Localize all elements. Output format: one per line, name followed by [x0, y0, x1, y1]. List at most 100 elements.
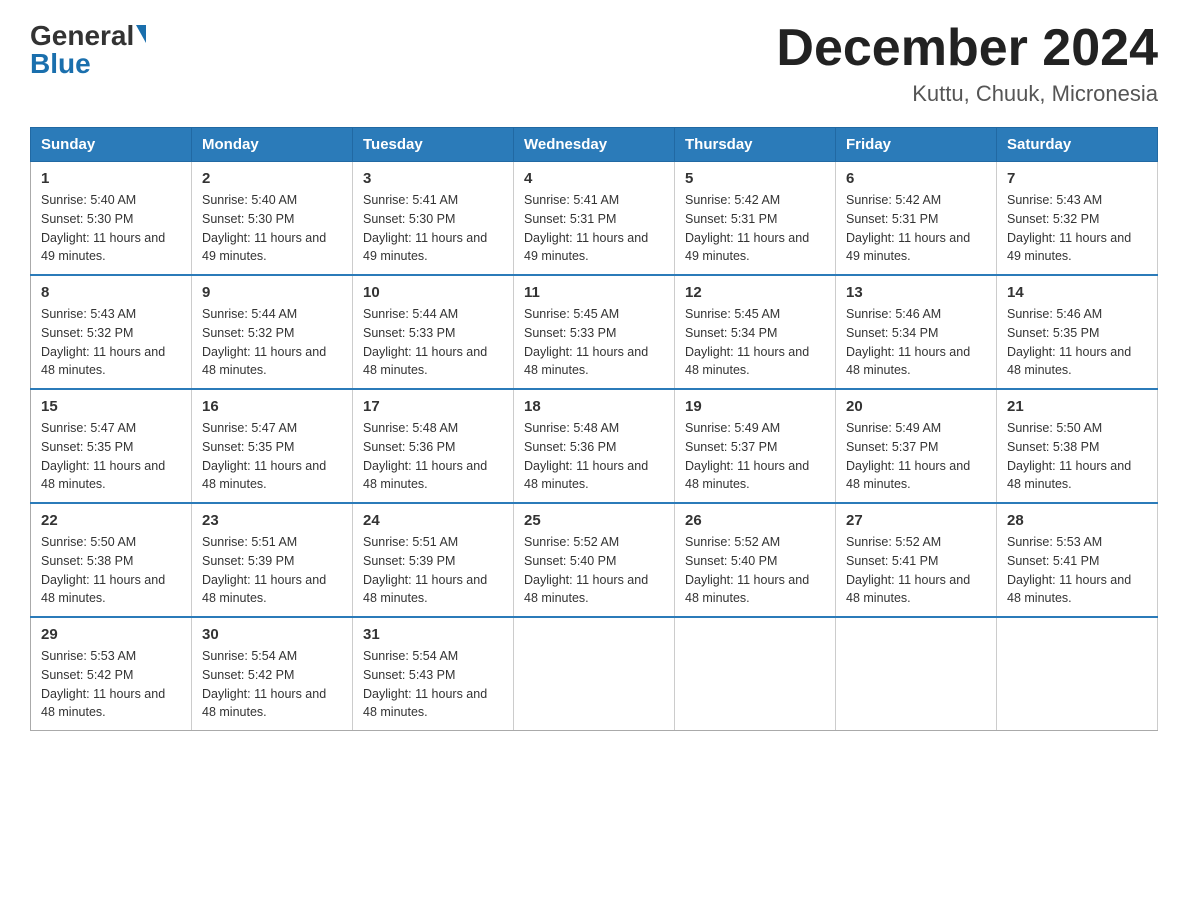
day-info: Sunrise: 5:46 AM Sunset: 5:34 PM Dayligh… [846, 305, 986, 380]
day-info: Sunrise: 5:53 AM Sunset: 5:41 PM Dayligh… [1007, 533, 1147, 608]
day-number: 22 [41, 512, 181, 529]
calendar-table: SundayMondayTuesdayWednesdayThursdayFrid… [30, 127, 1158, 731]
calendar-cell [514, 617, 675, 731]
calendar-cell: 6 Sunrise: 5:42 AM Sunset: 5:31 PM Dayli… [836, 162, 997, 276]
day-info: Sunrise: 5:53 AM Sunset: 5:42 PM Dayligh… [41, 647, 181, 722]
day-number: 17 [363, 398, 503, 415]
day-number: 2 [202, 170, 342, 187]
calendar-cell: 2 Sunrise: 5:40 AM Sunset: 5:30 PM Dayli… [192, 162, 353, 276]
day-number: 1 [41, 170, 181, 187]
day-info: Sunrise: 5:50 AM Sunset: 5:38 PM Dayligh… [41, 533, 181, 608]
calendar-cell: 30 Sunrise: 5:54 AM Sunset: 5:42 PM Dayl… [192, 617, 353, 731]
day-info: Sunrise: 5:45 AM Sunset: 5:33 PM Dayligh… [524, 305, 664, 380]
header-saturday: Saturday [997, 128, 1158, 162]
calendar-cell [997, 617, 1158, 731]
day-number: 25 [524, 512, 664, 529]
day-info: Sunrise: 5:52 AM Sunset: 5:41 PM Dayligh… [846, 533, 986, 608]
day-info: Sunrise: 5:40 AM Sunset: 5:30 PM Dayligh… [41, 191, 181, 266]
calendar-cell: 14 Sunrise: 5:46 AM Sunset: 5:35 PM Dayl… [997, 275, 1158, 389]
day-number: 5 [685, 170, 825, 187]
day-info: Sunrise: 5:47 AM Sunset: 5:35 PM Dayligh… [41, 419, 181, 494]
week-row-2: 8 Sunrise: 5:43 AM Sunset: 5:32 PM Dayli… [31, 275, 1158, 389]
calendar-cell: 16 Sunrise: 5:47 AM Sunset: 5:35 PM Dayl… [192, 389, 353, 503]
day-number: 15 [41, 398, 181, 415]
day-number: 26 [685, 512, 825, 529]
header-friday: Friday [836, 128, 997, 162]
logo-blue-text: Blue [30, 48, 91, 80]
day-number: 23 [202, 512, 342, 529]
day-number: 16 [202, 398, 342, 415]
day-number: 14 [1007, 284, 1147, 301]
day-info: Sunrise: 5:41 AM Sunset: 5:30 PM Dayligh… [363, 191, 503, 266]
calendar-cell: 19 Sunrise: 5:49 AM Sunset: 5:37 PM Dayl… [675, 389, 836, 503]
month-title: December 2024 [776, 20, 1158, 77]
day-number: 20 [846, 398, 986, 415]
header-tuesday: Tuesday [353, 128, 514, 162]
day-info: Sunrise: 5:44 AM Sunset: 5:33 PM Dayligh… [363, 305, 503, 380]
calendar-cell [836, 617, 997, 731]
calendar-cell: 5 Sunrise: 5:42 AM Sunset: 5:31 PM Dayli… [675, 162, 836, 276]
week-row-4: 22 Sunrise: 5:50 AM Sunset: 5:38 PM Dayl… [31, 503, 1158, 617]
day-number: 21 [1007, 398, 1147, 415]
day-number: 31 [363, 626, 503, 643]
calendar-cell: 26 Sunrise: 5:52 AM Sunset: 5:40 PM Dayl… [675, 503, 836, 617]
day-number: 27 [846, 512, 986, 529]
calendar-cell: 12 Sunrise: 5:45 AM Sunset: 5:34 PM Dayl… [675, 275, 836, 389]
day-number: 28 [1007, 512, 1147, 529]
week-row-3: 15 Sunrise: 5:47 AM Sunset: 5:35 PM Dayl… [31, 389, 1158, 503]
calendar-cell: 10 Sunrise: 5:44 AM Sunset: 5:33 PM Dayl… [353, 275, 514, 389]
day-info: Sunrise: 5:48 AM Sunset: 5:36 PM Dayligh… [363, 419, 503, 494]
day-info: Sunrise: 5:49 AM Sunset: 5:37 PM Dayligh… [685, 419, 825, 494]
day-info: Sunrise: 5:46 AM Sunset: 5:35 PM Dayligh… [1007, 305, 1147, 380]
day-info: Sunrise: 5:49 AM Sunset: 5:37 PM Dayligh… [846, 419, 986, 494]
week-row-5: 29 Sunrise: 5:53 AM Sunset: 5:42 PM Dayl… [31, 617, 1158, 731]
day-info: Sunrise: 5:52 AM Sunset: 5:40 PM Dayligh… [685, 533, 825, 608]
calendar-cell: 7 Sunrise: 5:43 AM Sunset: 5:32 PM Dayli… [997, 162, 1158, 276]
day-number: 30 [202, 626, 342, 643]
day-info: Sunrise: 5:52 AM Sunset: 5:40 PM Dayligh… [524, 533, 664, 608]
calendar-cell: 23 Sunrise: 5:51 AM Sunset: 5:39 PM Dayl… [192, 503, 353, 617]
day-number: 24 [363, 512, 503, 529]
day-number: 11 [524, 284, 664, 301]
day-number: 3 [363, 170, 503, 187]
day-number: 18 [524, 398, 664, 415]
day-info: Sunrise: 5:43 AM Sunset: 5:32 PM Dayligh… [41, 305, 181, 380]
day-info: Sunrise: 5:41 AM Sunset: 5:31 PM Dayligh… [524, 191, 664, 266]
day-info: Sunrise: 5:45 AM Sunset: 5:34 PM Dayligh… [685, 305, 825, 380]
day-info: Sunrise: 5:42 AM Sunset: 5:31 PM Dayligh… [846, 191, 986, 266]
calendar-cell: 28 Sunrise: 5:53 AM Sunset: 5:41 PM Dayl… [997, 503, 1158, 617]
day-info: Sunrise: 5:44 AM Sunset: 5:32 PM Dayligh… [202, 305, 342, 380]
calendar-cell: 1 Sunrise: 5:40 AM Sunset: 5:30 PM Dayli… [31, 162, 192, 276]
day-info: Sunrise: 5:50 AM Sunset: 5:38 PM Dayligh… [1007, 419, 1147, 494]
day-number: 19 [685, 398, 825, 415]
title-area: December 2024 Kuttu, Chuuk, Micronesia [776, 20, 1158, 107]
day-number: 8 [41, 284, 181, 301]
day-info: Sunrise: 5:51 AM Sunset: 5:39 PM Dayligh… [202, 533, 342, 608]
calendar-cell: 4 Sunrise: 5:41 AM Sunset: 5:31 PM Dayli… [514, 162, 675, 276]
day-number: 7 [1007, 170, 1147, 187]
day-info: Sunrise: 5:54 AM Sunset: 5:42 PM Dayligh… [202, 647, 342, 722]
calendar-cell: 11 Sunrise: 5:45 AM Sunset: 5:33 PM Dayl… [514, 275, 675, 389]
day-info: Sunrise: 5:51 AM Sunset: 5:39 PM Dayligh… [363, 533, 503, 608]
calendar-cell: 15 Sunrise: 5:47 AM Sunset: 5:35 PM Dayl… [31, 389, 192, 503]
day-number: 10 [363, 284, 503, 301]
calendar-cell: 13 Sunrise: 5:46 AM Sunset: 5:34 PM Dayl… [836, 275, 997, 389]
day-info: Sunrise: 5:48 AM Sunset: 5:36 PM Dayligh… [524, 419, 664, 494]
day-number: 4 [524, 170, 664, 187]
header: General Blue December 2024 Kuttu, Chuuk,… [30, 20, 1158, 107]
header-wednesday: Wednesday [514, 128, 675, 162]
day-info: Sunrise: 5:54 AM Sunset: 5:43 PM Dayligh… [363, 647, 503, 722]
header-thursday: Thursday [675, 128, 836, 162]
header-sunday: Sunday [31, 128, 192, 162]
calendar-cell: 20 Sunrise: 5:49 AM Sunset: 5:37 PM Dayl… [836, 389, 997, 503]
day-info: Sunrise: 5:42 AM Sunset: 5:31 PM Dayligh… [685, 191, 825, 266]
week-row-1: 1 Sunrise: 5:40 AM Sunset: 5:30 PM Dayli… [31, 162, 1158, 276]
day-number: 12 [685, 284, 825, 301]
day-number: 6 [846, 170, 986, 187]
calendar-cell: 24 Sunrise: 5:51 AM Sunset: 5:39 PM Dayl… [353, 503, 514, 617]
calendar-cell: 9 Sunrise: 5:44 AM Sunset: 5:32 PM Dayli… [192, 275, 353, 389]
calendar-cell: 29 Sunrise: 5:53 AM Sunset: 5:42 PM Dayl… [31, 617, 192, 731]
day-info: Sunrise: 5:40 AM Sunset: 5:30 PM Dayligh… [202, 191, 342, 266]
calendar-cell: 3 Sunrise: 5:41 AM Sunset: 5:30 PM Dayli… [353, 162, 514, 276]
calendar-header-row: SundayMondayTuesdayWednesdayThursdayFrid… [31, 128, 1158, 162]
